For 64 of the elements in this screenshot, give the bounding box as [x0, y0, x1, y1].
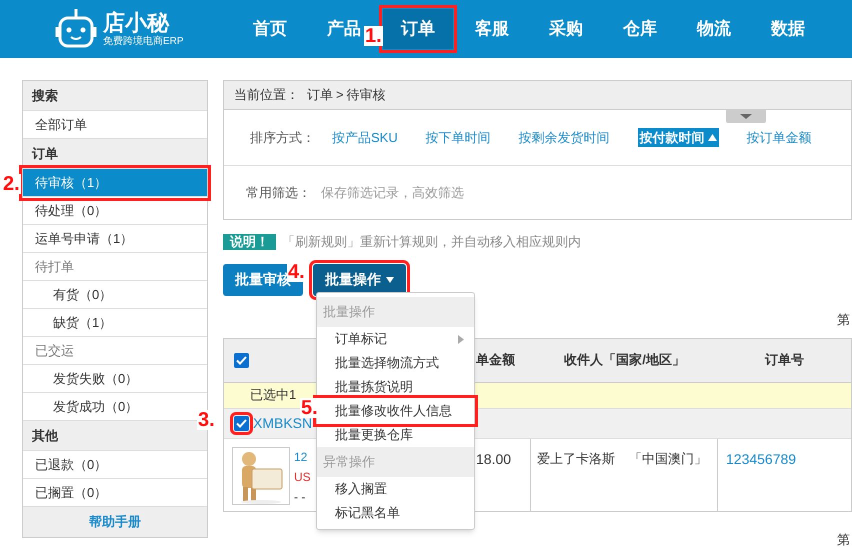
- saved-filter-hint: 保存筛选记录，高效筛选: [321, 184, 464, 202]
- notice-text: 「刷新规则」重新计算规则，并自动移入相应规则内: [282, 233, 581, 251]
- menu-item[interactable]: 批量更换仓库: [317, 423, 474, 447]
- sidebar-section-title: 订单: [23, 139, 207, 169]
- pager-text: 第: [837, 310, 851, 328]
- caret-icon: [386, 276, 394, 282]
- menu-item[interactable]: 批量拣货说明: [317, 375, 474, 399]
- sidebar-group-label: 已交运: [23, 337, 207, 365]
- sidebar-item[interactable]: 待处理（0）: [23, 197, 207, 225]
- breadcrumb-item: 待审核: [346, 86, 386, 104]
- sidebar-item[interactable]: 有货（0）: [23, 281, 207, 309]
- breadcrumb-label: 当前位置：: [234, 86, 299, 104]
- logo-text: 店小秘: [103, 12, 170, 34]
- nav-tab[interactable]: 采购: [548, 9, 584, 49]
- sidebar-item[interactable]: 运单号申请（1）: [23, 225, 207, 253]
- sort-option[interactable]: 按付款时间: [638, 128, 719, 148]
- breadcrumb-separator: >: [336, 86, 344, 104]
- menu-section-title: 异常操作: [317, 447, 474, 477]
- order-number-link[interactable]: 123456789: [726, 450, 796, 466]
- nav-tab[interactable]: 仓库: [622, 9, 658, 49]
- product-link[interactable]: 12: [294, 446, 308, 466]
- menu-item[interactable]: 订单标记: [317, 327, 474, 351]
- sort-label: 排序方式：: [250, 128, 315, 147]
- sort-option[interactable]: 按下单时间: [426, 128, 491, 148]
- sidebar-item[interactable]: 缺货（1）: [23, 309, 207, 337]
- checkbox[interactable]: [234, 352, 249, 368]
- sort-ascending-icon: [708, 134, 717, 141]
- nav-tab[interactable]: 订单: [383, 9, 453, 49]
- collapse-tab-icon[interactable]: [726, 110, 766, 123]
- filter-label: 常用筛选：: [246, 184, 311, 202]
- nav-tab[interactable]: 产品: [326, 9, 362, 49]
- pager-text: 第: [837, 530, 851, 547]
- nav-tab[interactable]: 物流: [696, 9, 732, 49]
- currency-text: US: [294, 468, 311, 486]
- sort-option[interactable]: 按订单金额: [746, 128, 812, 148]
- sort-option[interactable]: 按产品SKU: [332, 128, 398, 148]
- country-text: 「中国澳门」: [629, 450, 707, 468]
- dash-text: - -: [294, 488, 306, 506]
- nav-tab[interactable]: 客服: [474, 9, 510, 49]
- sidebar-item[interactable]: 发货失败（0）: [23, 365, 207, 393]
- notice-badge: 说明！: [223, 234, 276, 250]
- menu-item[interactable]: 标记黑名单: [317, 501, 474, 525]
- nav-tab[interactable]: 首页: [252, 9, 288, 49]
- step-number: 5.: [300, 398, 319, 418]
- nav-tab[interactable]: 数据: [770, 9, 806, 49]
- menu-item[interactable]: 移入搁置: [317, 477, 474, 501]
- help-link[interactable]: 帮助手册: [23, 507, 207, 537]
- step-number: 1.: [364, 26, 383, 46]
- breadcrumb-item[interactable]: 订单: [307, 85, 333, 105]
- checkbox[interactable]: [234, 416, 249, 430]
- selection-text: 已选中1: [250, 386, 296, 404]
- logo-tagline: 免费跨境电商ERP: [103, 36, 184, 46]
- amount-cell: 18.00: [476, 450, 512, 466]
- sidebar-item[interactable]: 已退款（0）: [23, 451, 207, 479]
- sort-option[interactable]: 按剩余发货时间: [518, 128, 610, 148]
- column-header: 单金额: [476, 351, 515, 370]
- menu-section-title: 批量操作: [317, 297, 474, 327]
- column-header: 收件人「国家/地区」: [564, 351, 685, 370]
- dropdown-button[interactable]: 批量操作: [313, 264, 406, 296]
- sidebar-section-title: 搜索: [23, 81, 207, 111]
- column-header: 订单号: [765, 351, 804, 370]
- menu-item[interactable]: 批量选择物流方式: [317, 351, 474, 375]
- recipient-name: 爱上了卡洛斯: [537, 450, 615, 468]
- sidebar-group-label: 待打单: [23, 253, 207, 281]
